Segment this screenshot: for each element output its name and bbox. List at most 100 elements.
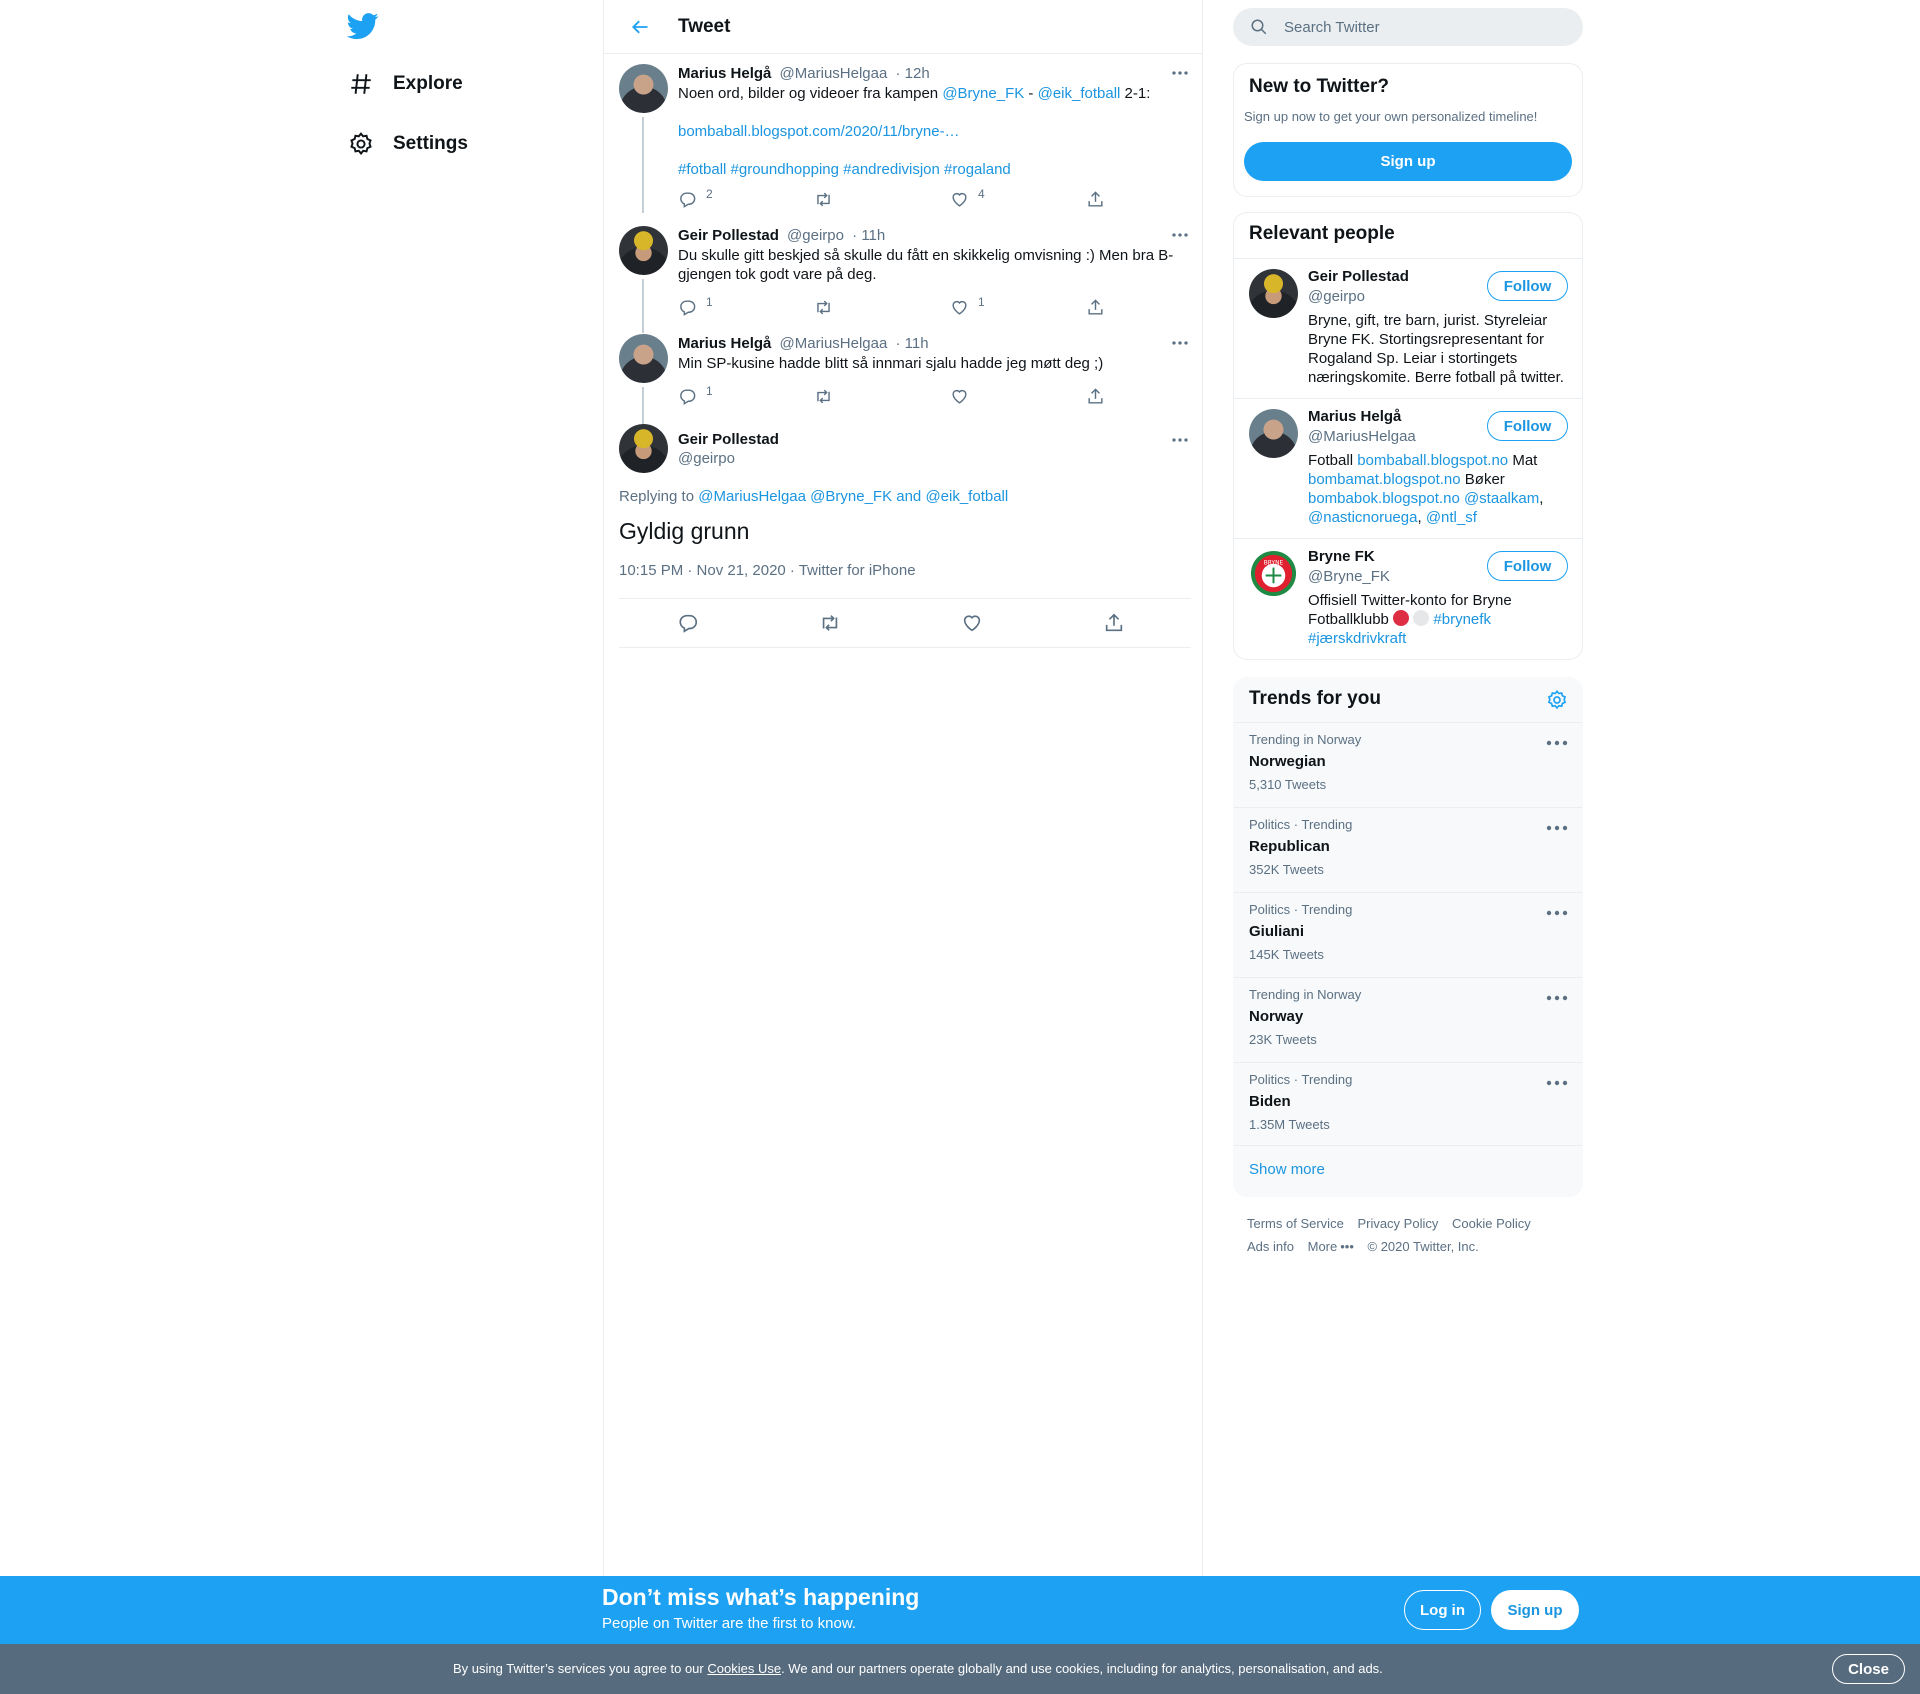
search-input[interactable] <box>1284 18 1564 36</box>
share-button[interactable] <box>1103 612 1127 636</box>
follow-button[interactable]: Follow <box>1487 551 1568 581</box>
tweet-author-name[interactable]: Geir Pollestad <box>678 431 779 448</box>
reply-button[interactable] <box>677 612 701 636</box>
more-dots-icon[interactable] <box>1169 226 1191 244</box>
person-name[interactable]: Marius Helgå <box>1308 408 1401 425</box>
search-box[interactable] <box>1233 8 1583 46</box>
replying-mentions-link[interactable]: @MariusHelgaa @Bryne_FK and @eik_fotball <box>698 488 1008 505</box>
hashtag-links[interactable]: #fotball #groundhopping #andredivisjon #… <box>678 161 1011 178</box>
cookies-use-link[interactable]: Cookies Use <box>707 1661 781 1676</box>
like-button[interactable] <box>950 387 969 406</box>
trend-item[interactable]: Trending in Norway Norway 23K Tweets <box>1234 977 1582 1062</box>
tweet-author-name[interactable]: Geir Pollestad <box>678 227 779 244</box>
bio-link[interactable]: @nasticnoruega <box>1308 509 1417 526</box>
trend-item[interactable]: Politics · Trending Biden 1.35M Tweets <box>1234 1062 1582 1147</box>
more-dots-icon[interactable] <box>1546 736 1568 750</box>
nav-settings[interactable]: Settings <box>347 124 468 164</box>
nav-explore[interactable]: Explore <box>347 64 463 104</box>
tweet-timestamp[interactable]: 10:15 PM · Nov 21, 2020 · Twitter for iP… <box>619 562 916 579</box>
retweet-button[interactable] <box>814 387 833 406</box>
person-handle[interactable]: @Bryne_FK <box>1308 568 1390 585</box>
avatar[interactable] <box>1249 269 1298 318</box>
retweet-button[interactable] <box>819 612 843 636</box>
bio-link[interactable]: bombaball.blogspot.no <box>1357 452 1508 469</box>
person-item[interactable]: BRYNE Bryne FK @Bryne_FK Follow Offisiel… <box>1234 538 1582 659</box>
avatar[interactable] <box>1249 409 1298 458</box>
trend-count: 145K Tweets <box>1249 947 1324 962</box>
mention-link[interactable]: @eik_fotball <box>1038 85 1121 102</box>
avatar[interactable] <box>619 226 668 275</box>
retweet-button[interactable] <box>814 190 833 209</box>
share-button[interactable] <box>1086 190 1105 209</box>
person-handle[interactable]: @geirpo <box>1308 288 1365 305</box>
bio-link[interactable]: @ntl_sf <box>1426 509 1477 526</box>
bryne-fk-logo[interactable]: BRYNE <box>1249 549 1298 598</box>
person-handle[interactable]: @MariusHelgaa <box>1308 428 1416 445</box>
more-dots-icon[interactable] <box>1169 64 1191 82</box>
like-button[interactable] <box>961 612 985 636</box>
share-button[interactable] <box>1086 387 1105 406</box>
more-dots-icon[interactable] <box>1169 334 1191 352</box>
more-dots-icon[interactable] <box>1546 1076 1568 1090</box>
footer-cookie-link[interactable]: Cookie Policy <box>1452 1216 1531 1231</box>
like-button[interactable]: 4 <box>950 187 985 209</box>
trend-context: Politics · Trending <box>1249 1072 1353 1087</box>
tweet-time[interactable]: 12h <box>905 65 930 82</box>
mention-link[interactable]: @Bryne_FK <box>942 85 1024 102</box>
login-button[interactable]: Log in <box>1404 1590 1481 1630</box>
reply-button[interactable]: 2 <box>678 187 713 209</box>
hashtag-link[interactable]: #brynefk <box>1433 611 1491 628</box>
back-button[interactable] <box>620 7 660 47</box>
bio-link[interactable]: bombabok.blogspot.no <box>1308 490 1460 507</box>
tweet-time[interactable]: 11h <box>905 335 929 352</box>
footer-more-link[interactable]: More ••• <box>1308 1239 1354 1254</box>
trend-item[interactable]: Trending in Norway Norwegian 5,310 Tweet… <box>1234 722 1582 807</box>
person-name[interactable]: Geir Pollestad <box>1308 268 1409 285</box>
tweet-time[interactable]: 11h <box>861 227 885 244</box>
trend-item[interactable]: Politics · Trending Republican 352K Twee… <box>1234 807 1582 892</box>
footer-terms-link[interactable]: Terms of Service <box>1247 1216 1344 1231</box>
tweet-author-handle[interactable]: @MariusHelgaa <box>780 335 888 352</box>
trend-item[interactable]: Politics · Trending Giuliani 145K Tweets <box>1234 892 1582 977</box>
hashtag-link[interactable]: #jærskdrivkraft <box>1308 630 1406 647</box>
share-button[interactable] <box>1086 298 1105 317</box>
gear-icon[interactable] <box>1546 689 1568 711</box>
person-item[interactable]: Geir Pollestad @geirpo Follow Bryne, gif… <box>1234 258 1582 398</box>
show-more-link[interactable]: Show more <box>1234 1145 1582 1197</box>
footer-copyright: © 2020 Twitter, Inc. <box>1367 1239 1479 1254</box>
sidebar-signup-button[interactable]: Sign up <box>1244 142 1572 181</box>
follow-button[interactable]: Follow <box>1487 411 1568 441</box>
person-item[interactable]: Marius Helgå @MariusHelgaa Follow Fotbal… <box>1234 398 1582 538</box>
heart-icon <box>952 192 967 207</box>
tweet-author-handle[interactable]: @MariusHelgaa <box>780 65 888 82</box>
more-dots-icon[interactable] <box>1546 991 1568 1005</box>
footer-privacy-link[interactable]: Privacy Policy <box>1357 1216 1438 1231</box>
thread-tweet[interactable]: Geir Pollestad @geirpo · 11h Du skulle g… <box>619 226 1191 333</box>
avatar[interactable] <box>619 424 668 473</box>
retweet-button[interactable] <box>814 298 833 317</box>
tweet-author-name[interactable]: Marius Helgå <box>678 335 771 352</box>
thread-tweet[interactable]: Marius Helgå @MariusHelgaa · 11h Min SP-… <box>619 334 1191 425</box>
more-dots-icon[interactable] <box>1169 431 1191 449</box>
like-button[interactable]: 1 <box>950 295 985 317</box>
more-dots-icon[interactable] <box>1546 906 1568 920</box>
follow-button[interactable]: Follow <box>1487 271 1568 301</box>
twitter-bird-icon[interactable] <box>346 10 383 44</box>
avatar[interactable] <box>619 334 668 383</box>
reply-button[interactable]: 1 <box>678 295 713 317</box>
replying-to: Replying to @MariusHelgaa @Bryne_FK and … <box>619 488 1009 505</box>
tweet-author-handle[interactable]: @geirpo <box>787 227 844 244</box>
tweet-url-link[interactable]: bombaball.blogspot.com/2020/11/bryne-… <box>678 123 960 140</box>
avatar[interactable] <box>619 64 668 113</box>
tweet-author-name[interactable]: Marius Helgå <box>678 65 771 82</box>
signup-button[interactable]: Sign up <box>1491 1590 1579 1630</box>
thread-tweet[interactable]: Marius Helgå @MariusHelgaa · 12h Noen or… <box>619 64 1191 214</box>
reply-button[interactable]: 1 <box>678 384 713 406</box>
person-name[interactable]: Bryne FK <box>1308 548 1375 565</box>
more-dots-icon[interactable] <box>1546 821 1568 835</box>
bio-link[interactable]: @staalkam <box>1464 490 1539 507</box>
footer-ads-link[interactable]: Ads info <box>1247 1239 1294 1254</box>
close-button[interactable]: Close <box>1832 1654 1905 1684</box>
tweet-author-handle[interactable]: @geirpo <box>678 450 735 467</box>
bio-link[interactable]: bombamat.blogspot.no <box>1308 471 1461 488</box>
